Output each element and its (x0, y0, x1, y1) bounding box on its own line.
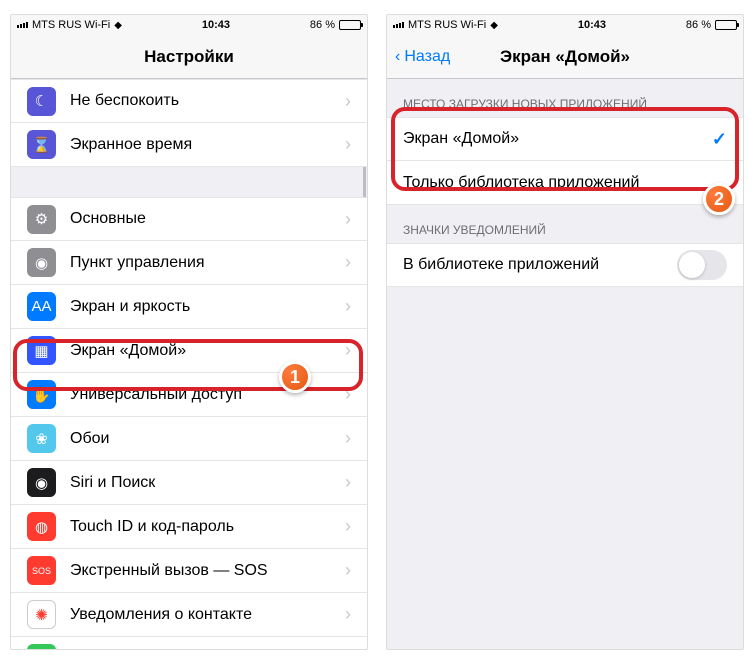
row-label: Основные (70, 210, 345, 228)
battery-icon: ▮ (27, 644, 56, 649)
chevron-right-icon: › (345, 384, 351, 405)
touchid-icon: ◍ (27, 512, 56, 541)
home-icon: ▦ (27, 336, 56, 365)
section-header-download: МЕСТО ЗАГРУЗКИ НОВЫХ ПРИЛОЖЕНИЙ (387, 79, 743, 117)
tutorial-badge-1: 1 (279, 361, 311, 393)
checkmark-icon: ✓ (712, 129, 727, 150)
wallpaper-icon: ❀ (27, 424, 56, 453)
statusbar: MTS RUS Wi-Fi ◆ 10:43 86 % (387, 15, 743, 35)
chevron-right-icon: › (345, 604, 351, 625)
chevron-right-icon: › (345, 252, 351, 273)
general-icon: ⚙ (27, 205, 56, 234)
wifi-icon: ◆ (490, 20, 498, 31)
statusbar: MTS RUS Wi-Fi ◆ 10:43 86 % (11, 15, 367, 35)
chevron-right-icon: › (345, 134, 351, 155)
row-label: Экранное время (70, 136, 345, 154)
control-icon: ◉ (27, 248, 56, 277)
row-label: Экстренный вызов — SOS (70, 562, 345, 580)
exposure-icon: ✺ (27, 600, 56, 629)
page-title: Настройки (144, 47, 234, 67)
chevron-right-icon: › (345, 340, 351, 361)
option-app-library[interactable]: Только библиотека приложений (387, 161, 743, 205)
row-label: Siri и Поиск (70, 474, 345, 492)
sos-icon: SOS (27, 556, 56, 585)
wifi-icon: ◆ (114, 20, 122, 31)
settings-row-battery[interactable]: ▮Аккумулятор› (11, 637, 367, 649)
clock: 10:43 (578, 19, 606, 31)
chevron-right-icon: › (345, 91, 351, 112)
page-title: Экран «Домой» (500, 47, 630, 67)
homescreen-settings: МЕСТО ЗАГРУЗКИ НОВЫХ ПРИЛОЖЕНИЙ Экран «Д… (387, 79, 743, 649)
settings-row-general[interactable]: ⚙ Основные› (11, 197, 367, 241)
battery-icon (339, 20, 361, 30)
back-button[interactable]: ‹ Назад (395, 35, 450, 78)
tutorial-badge-2: 2 (703, 183, 735, 215)
navbar-settings: Настройки (11, 35, 367, 79)
accessibility-icon: ✋ (27, 380, 56, 409)
settings-row-home[interactable]: ▦ Экран «Домой»› (11, 329, 367, 373)
toggle-label: В библиотеке приложений (403, 256, 677, 274)
chevron-right-icon: › (345, 428, 351, 449)
toggle-row-library-badges[interactable]: В библиотеке приложений (387, 243, 743, 287)
row-label: Обои (70, 430, 345, 448)
settings-row-touchid[interactable]: ◍ Touch ID и код-пароль› (11, 505, 367, 549)
row-label: Пункт управления (70, 254, 345, 272)
battery-percent: 86 % (310, 19, 335, 31)
chevron-right-icon: › (345, 560, 351, 581)
chevron-right-icon: › (345, 516, 351, 537)
option-label: Экран «Домой» (403, 130, 712, 148)
settings-row-accessibility[interactable]: ✋Универсальный доступ› (11, 373, 367, 417)
battery-percent: 86 % (686, 19, 711, 31)
siri-icon: ◉ (27, 468, 56, 497)
settings-row-siri[interactable]: ◉ Siri и Поиск› (11, 461, 367, 505)
chevron-right-icon: › (345, 209, 351, 230)
settings-row-display[interactable]: AA Экран и яркость› (11, 285, 367, 329)
settings-row-control[interactable]: ◉ Пункт управления› (11, 241, 367, 285)
row-label: Не беспокоить (70, 92, 345, 110)
row-label: Экран «Домой» (70, 342, 345, 360)
phone-right: MTS RUS Wi-Fi ◆ 10:43 86 % ‹ Назад Экран… (386, 14, 744, 650)
navbar-homescreen: ‹ Назад Экран «Домой» (387, 35, 743, 79)
settings-row-dnd[interactable]: ☾ Не беспокоить› (11, 79, 367, 123)
settings-list[interactable]: ☾Не беспокоить›⌛Экранное время›⚙Основные… (11, 79, 367, 649)
phone-left: MTS RUS Wi-Fi ◆ 10:43 86 % Настройки ☾ Не… (10, 14, 368, 650)
option-label: Только библиотека приложений (403, 174, 727, 192)
chevron-right-icon: › (345, 472, 351, 493)
signal-icon (17, 22, 28, 28)
chevron-left-icon: ‹ (395, 48, 400, 66)
battery-icon (715, 20, 737, 30)
row-label: Touch ID и код-пароль (70, 518, 345, 536)
chevron-right-icon: › (345, 296, 351, 317)
carrier-label: MTS RUS Wi-Fi (408, 19, 486, 31)
display-icon: AA (27, 292, 56, 321)
option-home-screen[interactable]: Экран «Домой» ✓ (387, 117, 743, 161)
clock: 10:43 (202, 19, 230, 31)
settings-row-wallpaper[interactable]: ❀ Обои› (11, 417, 367, 461)
carrier-label: MTS RUS Wi-Fi (32, 19, 110, 31)
back-label: Назад (404, 48, 450, 66)
toggle-switch[interactable] (677, 250, 727, 280)
row-label: Экран и яркость (70, 298, 345, 316)
chevron-right-icon: › (345, 648, 351, 649)
screentime-icon: ⌛ (27, 130, 56, 159)
group-spacer (11, 167, 367, 197)
dnd-icon: ☾ (27, 87, 56, 116)
section-header-badges: ЗНАЧКИ УВЕДОМЛЕНИЙ (387, 205, 743, 243)
settings-row-sos[interactable]: SOS Экстренный вызов — SOS› (11, 549, 367, 593)
row-label: Уведомления о контакте (70, 606, 345, 624)
settings-row-exposure[interactable]: ✺ Уведомления о контакте› (11, 593, 367, 637)
settings-row-screentime[interactable]: ⌛ Экранное время› (11, 123, 367, 167)
signal-icon (393, 22, 404, 28)
